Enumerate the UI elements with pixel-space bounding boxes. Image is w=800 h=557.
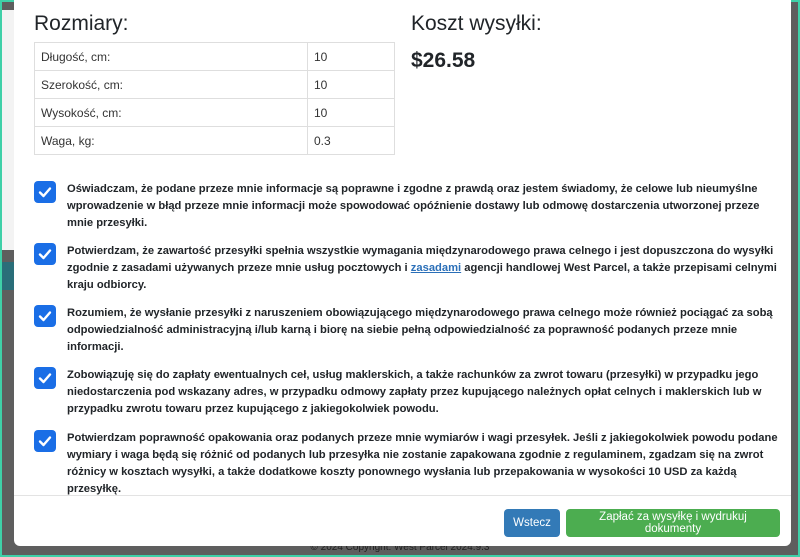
width-value: 10 [307, 70, 395, 99]
check-icon [38, 311, 52, 322]
customs-checkbox[interactable] [34, 243, 56, 265]
weight-value: 0.3 [307, 126, 395, 155]
term-text: Potwierdzam, że zawartość przesyłki speł… [67, 243, 779, 294]
check-icon [38, 436, 52, 447]
term-text: Rozumiem, że wysłanie przesyłki z narusz… [67, 307, 773, 353]
accuracy-checkbox[interactable] [34, 181, 56, 203]
check-icon [38, 249, 52, 260]
check-icon [38, 373, 52, 384]
height-label: Wysokość, cm: [34, 98, 308, 127]
modal-footer: Wstecz Zapłać za wysyłkę i wydrukuj doku… [14, 495, 791, 546]
term-item-liability: Rozumiem, że wysłanie przesyłki z narusz… [34, 305, 779, 367]
width-label: Szerokość, cm: [34, 70, 308, 99]
table-row: Długość, cm: 10 [34, 42, 395, 71]
height-value: 10 [307, 98, 395, 127]
length-value: 10 [307, 42, 395, 71]
table-row: Wysokość, cm: 10 [34, 98, 395, 127]
term-item-packaging: Potwierdzam poprawność opakowania oraz p… [34, 430, 779, 495]
length-label: Długość, cm: [34, 42, 308, 71]
fees-checkbox[interactable] [34, 367, 56, 389]
back-button[interactable]: Wstecz [504, 509, 560, 537]
weight-label: Waga, kg: [34, 126, 308, 155]
term-text: Potwierdzam poprawność opakowania oraz p… [67, 432, 778, 495]
term-item-fees: Zobowiązuję się do zapłaty ewentualnych … [34, 367, 779, 430]
pay-and-print-button[interactable]: Zapłać za wysyłkę i wydrukuj dokumenty [566, 509, 780, 537]
confirmation-modal: Rozmiary: Koszt wysyłki: $26.58 Długość,… [14, 0, 791, 546]
dimensions-title: Rozmiary: [34, 12, 129, 35]
dimensions-table: Długość, cm: 10 Szerokość, cm: 10 Wysoko… [34, 42, 395, 155]
check-icon [38, 187, 52, 198]
term-text: Oświadczam, że podane przeze mnie inform… [67, 183, 760, 229]
background-page-button [2, 262, 14, 290]
liability-checkbox[interactable] [34, 305, 56, 327]
packaging-checkbox[interactable] [34, 430, 56, 452]
shipping-cost-value: $26.58 [411, 49, 476, 72]
table-row: Waga, kg: 0.3 [34, 126, 395, 155]
term-text: Zobowiązuję się do zapłaty ewentualnych … [67, 369, 762, 415]
rules-link[interactable]: zasadami [411, 262, 461, 274]
term-item-customs: Potwierdzam, że zawartość przesyłki speł… [34, 243, 779, 305]
term-item-accuracy: Oświadczam, że podane przeze mnie inform… [34, 181, 779, 243]
table-row: Szerokość, cm: 10 [34, 70, 395, 99]
shipping-cost-title: Koszt wysyłki: [411, 12, 542, 35]
terms-list: Oświadczam, że podane przeze mnie inform… [34, 181, 779, 495]
